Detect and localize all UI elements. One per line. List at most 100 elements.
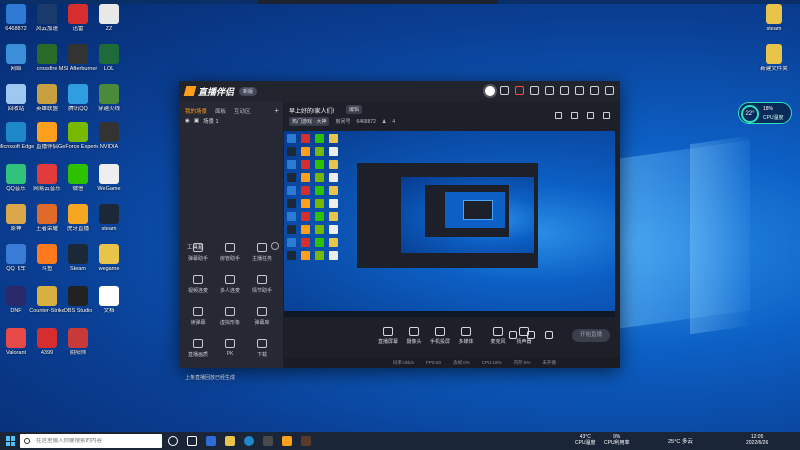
file-explorer-icon[interactable] bbox=[225, 436, 235, 446]
shortcut-icon bbox=[99, 204, 119, 224]
control-button[interactable]: 多媒体 bbox=[451, 327, 481, 345]
desktop-folder[interactable]: 新建文件夹 bbox=[754, 44, 794, 72]
tool-button[interactable]: 读弹幕 bbox=[183, 307, 213, 326]
replay-notice[interactable]: 上条直播回放已经生成 bbox=[185, 374, 235, 381]
folder-icon bbox=[766, 44, 782, 64]
store-icon[interactable] bbox=[263, 436, 273, 446]
tool-button[interactable]: 弹幕助手 bbox=[183, 243, 213, 262]
cpu-widget[interactable]: 22° 18% CPU温度 bbox=[738, 102, 792, 124]
tool-button[interactable]: 主播任务 bbox=[247, 243, 277, 262]
desktop-shortcut[interactable]: steam bbox=[89, 204, 129, 232]
eye-icon[interactable]: ◉ bbox=[185, 118, 190, 124]
desktop-shortcut[interactable]: LOL bbox=[89, 44, 129, 72]
tool-label: 房管助手 bbox=[219, 256, 240, 262]
tool-label: 情节助手 bbox=[251, 288, 272, 294]
search-icon bbox=[24, 438, 30, 444]
tool-button[interactable]: 视频连麦 bbox=[183, 275, 213, 294]
cortana-icon[interactable] bbox=[168, 436, 178, 446]
tool-button[interactable]: 虚拟形象 bbox=[215, 307, 245, 326]
tab-my-scenes[interactable]: 我的场景 bbox=[185, 107, 207, 115]
gift-icon[interactable] bbox=[530, 86, 539, 95]
stream-preview[interactable] bbox=[284, 131, 615, 317]
notification-icon[interactable] bbox=[515, 86, 524, 95]
shortcut-icon bbox=[68, 244, 88, 264]
preview-shortcut-icon bbox=[329, 134, 338, 143]
scene-item[interactable]: ◉ ▣ 场景 1 bbox=[179, 115, 283, 127]
menu-icon[interactable] bbox=[560, 86, 569, 95]
tool-icon bbox=[225, 339, 235, 348]
control-icon bbox=[435, 327, 445, 336]
settings-icon[interactable] bbox=[545, 86, 554, 95]
minimize-icon[interactable] bbox=[575, 86, 584, 95]
record-icon[interactable] bbox=[509, 331, 517, 339]
live-companion-taskbar-icon[interactable] bbox=[282, 436, 292, 446]
tab-panel[interactable]: 面板 bbox=[215, 107, 226, 115]
shortcut-icon bbox=[68, 84, 88, 104]
gear-icon[interactable] bbox=[545, 331, 553, 339]
close-icon[interactable] bbox=[605, 86, 614, 95]
app-titlebar[interactable]: 直播伴侣 新版 bbox=[179, 81, 620, 101]
tool-button[interactable]: 情节助手 bbox=[247, 275, 277, 294]
preview-shortcut-icon bbox=[301, 251, 310, 260]
shortcut-icon bbox=[37, 4, 57, 24]
task-view-icon[interactable] bbox=[187, 436, 197, 446]
gift-box-icon[interactable] bbox=[555, 112, 562, 119]
desktop-shortcut[interactable]: NVIDIA bbox=[89, 122, 129, 150]
preview-shortcut-icon bbox=[287, 225, 296, 234]
tool-button[interactable]: PK bbox=[215, 339, 245, 357]
search-input[interactable] bbox=[36, 438, 156, 444]
version-badge[interactable]: 新版 bbox=[239, 86, 258, 96]
tool-icon bbox=[257, 307, 267, 316]
clock[interactable]: 12:05 2022/6/26 bbox=[746, 434, 768, 446]
tool-button[interactable]: 房管助手 bbox=[215, 243, 245, 262]
shortcut-icon bbox=[68, 328, 88, 348]
windows-start-icon[interactable] bbox=[6, 436, 16, 446]
preview-shortcut-icon bbox=[315, 225, 324, 234]
tool-icon bbox=[193, 307, 203, 316]
game-taskbar-icon[interactable] bbox=[301, 436, 311, 446]
tool-button[interactable]: 多人连麦 bbox=[215, 275, 245, 294]
desktop-folder[interactable]: steam bbox=[754, 4, 794, 32]
share-icon[interactable] bbox=[603, 112, 610, 119]
shortcut-icon bbox=[6, 204, 26, 224]
category-badge[interactable]: 热门游戏 · 大神 bbox=[289, 117, 330, 126]
preview-shortcut-icon bbox=[315, 186, 324, 195]
shortcut-label: steam bbox=[101, 226, 117, 232]
tab-interaction[interactable]: 互动区 bbox=[234, 107, 251, 115]
maximize-icon[interactable] bbox=[590, 86, 599, 95]
lock-icon[interactable]: ▣ bbox=[194, 118, 199, 124]
cpu-widget-label: CPU温度 bbox=[763, 115, 784, 121]
desktop-shortcut[interactable]: WeGame bbox=[89, 164, 129, 192]
start-live-button[interactable]: 开始直播 bbox=[572, 329, 610, 342]
desktop-shortcut[interactable]: 阴阳师 bbox=[58, 328, 98, 356]
desktop-shortcut[interactable]: 文档 bbox=[89, 286, 129, 314]
weather-widget[interactable]: 25°C 多云 bbox=[668, 437, 693, 445]
tool-button[interactable]: 直播画质 bbox=[183, 339, 213, 358]
user-avatar[interactable] bbox=[483, 84, 497, 98]
vscode-icon[interactable] bbox=[206, 436, 216, 446]
desktop-shortcut[interactable]: 穿越火线 bbox=[89, 84, 129, 112]
shortcut-icon bbox=[68, 286, 88, 306]
preview-shortcut-icon bbox=[329, 238, 338, 247]
folder-icon bbox=[766, 4, 782, 24]
status-item: 丢帧:0% bbox=[453, 359, 470, 365]
tool-label: 主播任务 bbox=[251, 256, 272, 262]
edit-title-button[interactable]: 编辑 bbox=[346, 105, 363, 114]
desktop-shortcut[interactable]: wegame bbox=[89, 244, 129, 272]
clipboard-icon[interactable] bbox=[571, 112, 578, 119]
tool-icon bbox=[193, 339, 203, 348]
taskbar-search[interactable] bbox=[20, 434, 162, 448]
cpu-temp-tray: 43°C CPU温度 bbox=[575, 434, 596, 446]
layout-icon[interactable] bbox=[587, 112, 594, 119]
tool-button[interactable]: 弹幕库 bbox=[247, 307, 277, 326]
tool-button[interactable]: 下载 bbox=[247, 339, 277, 358]
tool-label: 虚拟形象 bbox=[219, 320, 240, 326]
headset-icon[interactable] bbox=[500, 86, 509, 95]
edge-icon[interactable] bbox=[244, 436, 254, 446]
rotate-icon[interactable] bbox=[527, 331, 535, 339]
desktop-shortcut[interactable]: ZZ bbox=[89, 4, 129, 32]
tool-label: 下载 bbox=[256, 352, 267, 358]
preview-shortcut-icon bbox=[329, 251, 338, 260]
status-bar: 码率:0kb/s FPS:60 丢帧:0% CPU:18% 内存:5% 未开播 bbox=[283, 357, 620, 368]
add-scene-button[interactable]: + bbox=[274, 106, 279, 115]
